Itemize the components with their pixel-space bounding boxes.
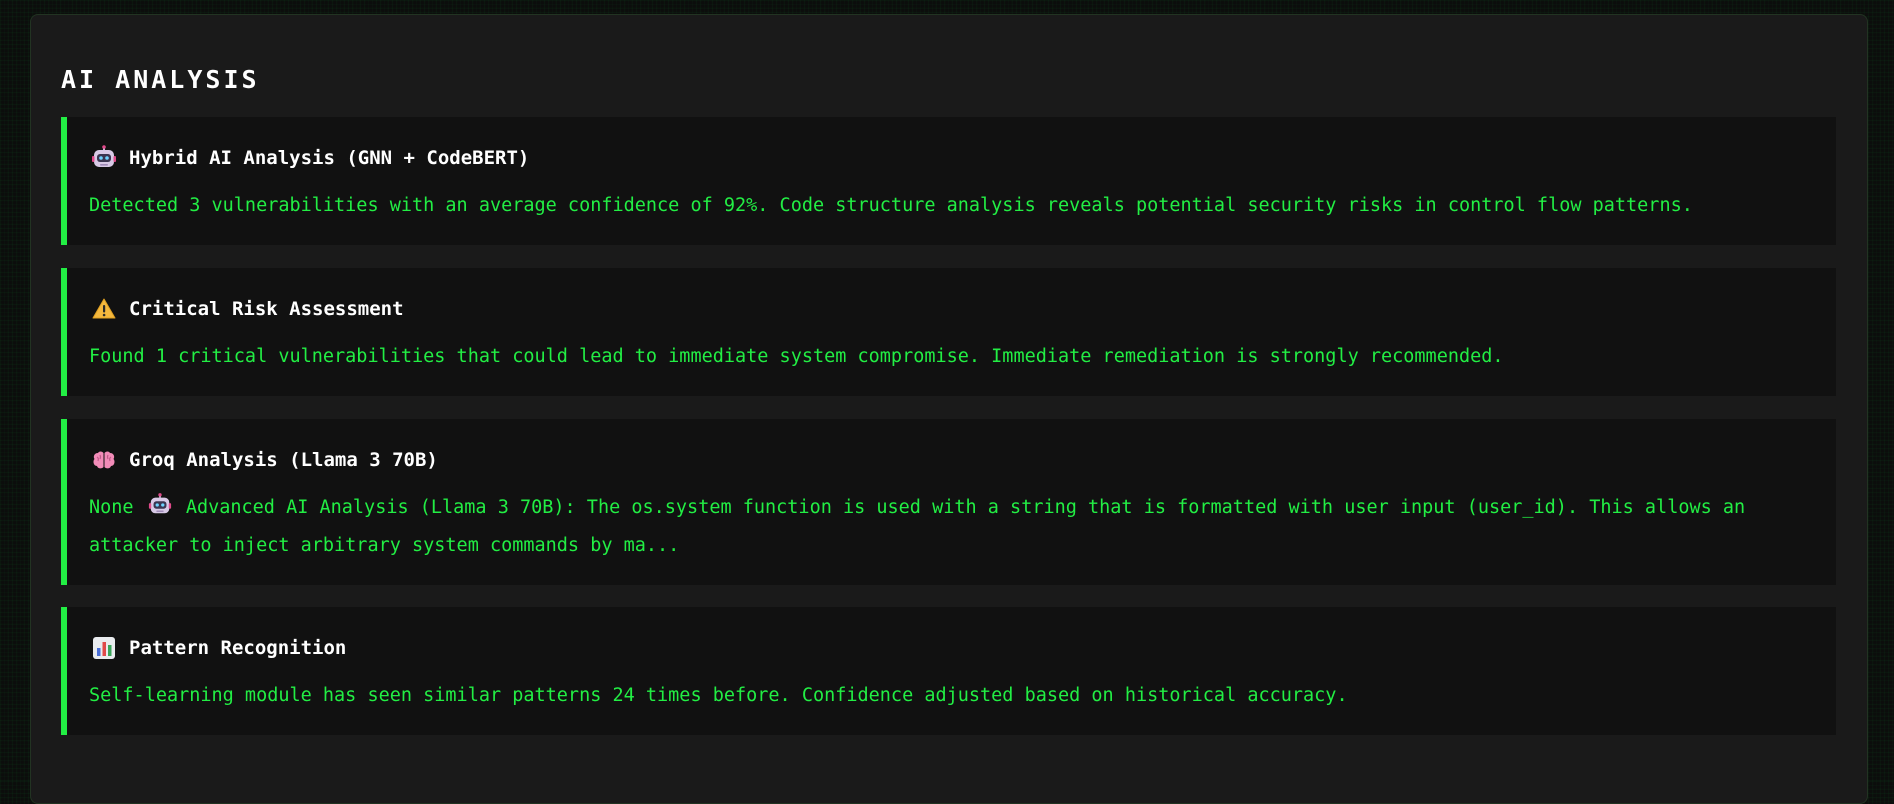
- warning-icon: [91, 296, 117, 322]
- bar-chart-icon: [91, 635, 117, 661]
- card-header: Pattern Recognition: [91, 633, 346, 663]
- card-header: Critical Risk Assessment: [91, 294, 404, 324]
- card-header: Groq Analysis (Llama 3 70B): [91, 445, 438, 475]
- card-header: Hybrid AI Analysis (GNN + CodeBERT): [91, 143, 529, 173]
- ai-analysis-panel: AI ANALYSIS Hybrid AI Analysis (GNN + Co…: [30, 14, 1868, 804]
- card-text: Detected 3 vulnerabilities with an avera…: [89, 195, 1693, 216]
- card-title: Critical Risk Assessment: [129, 298, 404, 320]
- brain-icon: [91, 447, 117, 473]
- panel-title: AI ANALYSIS: [61, 65, 260, 94]
- analysis-card-hybrid: Hybrid AI Analysis (GNN + CodeBERT) Dete…: [61, 117, 1836, 245]
- card-text-prefix: None: [89, 497, 134, 518]
- analysis-card-groq: Groq Analysis (Llama 3 70B) None Advance…: [61, 419, 1836, 585]
- card-title: Pattern Recognition: [129, 637, 347, 659]
- analysis-card-critical-risk: Critical Risk Assessment Found 1 critica…: [61, 268, 1836, 396]
- card-text-main: Advanced AI Analysis (Llama 3 70B): The …: [89, 497, 1746, 556]
- robot-icon: [148, 493, 172, 517]
- card-title: Hybrid AI Analysis (GNN + CodeBERT): [129, 147, 530, 169]
- card-text: Self-learning module has seen similar pa…: [89, 685, 1348, 706]
- robot-icon: [91, 145, 117, 171]
- card-text: None Advanced AI Analysis (Llama 3 70B):…: [89, 489, 1814, 565]
- card-text: Found 1 critical vulnerabilities that co…: [89, 346, 1504, 367]
- analysis-card-pattern-recognition: Pattern Recognition Self-learning module…: [61, 607, 1836, 735]
- card-title: Groq Analysis (Llama 3 70B): [129, 449, 438, 471]
